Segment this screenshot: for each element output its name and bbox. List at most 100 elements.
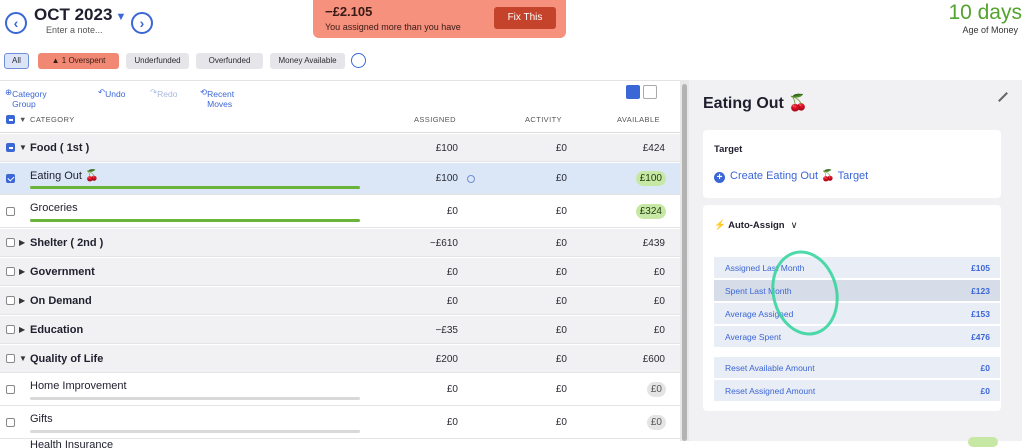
filter-overspent[interactable]: ▲ 1 Overspent (38, 53, 119, 69)
funding-progress-bar (30, 219, 360, 222)
edit-pencil-icon[interactable] (998, 92, 1008, 102)
header-assigned: ASSIGNED (414, 115, 456, 124)
row-checkbox[interactable] (6, 325, 15, 334)
row-checkbox[interactable] (6, 354, 15, 363)
activity-value[interactable]: £0 (497, 206, 567, 217)
header-divider (0, 80, 680, 81)
category-group-row[interactable]: ▶ On Demand £0 £0 £0 (0, 287, 680, 315)
expanded-view-icon[interactable] (626, 85, 640, 99)
auto-assign-toggle[interactable]: ⚡ Auto-Assign ∨ (714, 220, 798, 231)
activity-value[interactable]: £0 (497, 173, 567, 184)
reset-available-row[interactable]: Reset Available Amount £0 (714, 357, 1000, 378)
header-category: CATEGORY (30, 115, 75, 124)
group-name[interactable]: Government (30, 266, 95, 278)
expand-group-icon[interactable]: ▶ (19, 325, 25, 334)
previous-month-button[interactable]: ‹ (5, 12, 27, 34)
filter-settings-icon[interactable] (351, 53, 366, 68)
activity-value[interactable]: £0 (497, 417, 567, 428)
collapse-group-icon[interactable]: ▼ (19, 143, 27, 152)
average-spent-row[interactable]: Average Spent £476 (714, 326, 1000, 347)
expand-group-icon[interactable]: ▶ (19, 267, 25, 276)
assigned-value[interactable]: £0 (388, 384, 458, 395)
table-scrollbar-thumb[interactable] (682, 84, 687, 441)
row-checkbox[interactable] (6, 385, 15, 394)
category-name[interactable]: Health Insurance (30, 440, 113, 448)
activity-value: £0 (555, 325, 567, 336)
assigned-value: −£610 (429, 238, 458, 249)
available-pill[interactable]: £0 (646, 382, 666, 397)
category-row[interactable]: Groceries £0 £0 £324 (0, 196, 680, 228)
activity-value[interactable]: £0 (497, 384, 567, 395)
category-name[interactable]: Eating Out 🍒 (30, 169, 99, 182)
next-month-button[interactable]: › (131, 12, 153, 34)
add-category-group-button[interactable]: ⊕ Category Group (5, 87, 47, 109)
activity-value: £0 (555, 267, 567, 278)
filter-money-available[interactable]: Money Available (270, 53, 345, 69)
reset-assigned-row[interactable]: Reset Assigned Amount £0 (714, 380, 1000, 401)
category-group-row[interactable]: ▼ Quality of Life £200 £0 £600 (0, 345, 680, 373)
collapse-all-icon[interactable]: ▼ (19, 115, 27, 124)
compact-view-icon[interactable] (643, 85, 657, 99)
row-checkbox[interactable] (6, 143, 15, 152)
available-pill[interactable]: £0 (646, 415, 666, 430)
row-checkbox[interactable] (6, 238, 15, 247)
row-checkbox[interactable] (6, 207, 15, 216)
category-row[interactable]: Health Insurance (0, 440, 680, 448)
category-group-row[interactable]: ▼ Food ( 1st ) £100 £0 £424 (0, 134, 680, 162)
lightning-icon: ⚡ (714, 220, 729, 231)
assigned-value: £0 (446, 267, 458, 278)
category-group-row[interactable]: ▶ Education −£35 £0 £0 (0, 316, 680, 344)
category-name[interactable]: Gifts (30, 413, 53, 425)
overassigned-amount: −£2.105 (325, 4, 373, 19)
available-pill[interactable]: £324 (635, 204, 666, 219)
history-icon[interactable] (467, 175, 475, 183)
age-of-money-label: Age of Money (962, 25, 1018, 35)
available-value: £0 (653, 267, 665, 278)
category-row[interactable]: Home Improvement £0 £0 £0 (0, 374, 680, 406)
filter-all[interactable]: All (4, 53, 29, 69)
funding-progress-bar (30, 430, 360, 433)
assigned-value: £100 (435, 143, 458, 154)
filter-overfunded[interactable]: Overfunded (196, 53, 263, 69)
activity-value: £0 (555, 354, 567, 365)
category-group-row[interactable]: ▶ Government £0 £0 £0 (0, 258, 680, 286)
redo-button[interactable]: ↷ Redo (150, 87, 177, 99)
average-assigned-row[interactable]: Average Assigned £153 (714, 303, 1000, 324)
group-name[interactable]: Quality of Life (30, 353, 103, 365)
available-pill[interactable]: £100 (635, 171, 666, 186)
category-row[interactable]: Gifts £0 £0 £0 (0, 407, 680, 439)
filter-underfunded[interactable]: Underfunded (126, 53, 189, 69)
month-note-input[interactable]: Enter a note... (46, 25, 103, 35)
assigned-value[interactable]: £100 (388, 173, 458, 184)
category-row[interactable]: Eating Out 🍒 £100 £0 £100 (0, 163, 680, 195)
auto-assign-card: ⚡ Auto-Assign ∨ Assigned Last Month £105 S… (703, 205, 1001, 411)
category-group-row[interactable]: ▶ Shelter ( 2nd ) −£610 £0 £439 (0, 229, 680, 257)
group-name[interactable]: On Demand (30, 295, 92, 307)
collapse-group-icon[interactable]: ▼ (19, 354, 27, 363)
available-value: £424 (642, 143, 665, 154)
group-name[interactable]: Shelter ( 2nd ) (30, 237, 103, 249)
create-target-button[interactable]: + Create Eating Out 🍒 Target (714, 169, 868, 183)
undo-button[interactable]: ↶ Undo (98, 87, 125, 99)
spent-last-month-row[interactable]: Spent Last Month £123 (714, 280, 1000, 301)
month-selector[interactable]: OCT 2023 ▼ (34, 5, 126, 25)
recent-moves-button[interactable]: ⟲ Recent Moves (200, 87, 234, 109)
assigned-last-month-row[interactable]: Assigned Last Month £105 (714, 257, 1000, 278)
select-all-checkbox[interactable] (6, 115, 15, 124)
assigned-value: £200 (435, 354, 458, 365)
assigned-value[interactable]: £0 (388, 206, 458, 217)
age-of-money-value: 10 days (948, 1, 1022, 24)
group-name[interactable]: Education (30, 324, 83, 336)
category-name[interactable]: Home Improvement (30, 380, 127, 392)
row-checkbox[interactable] (6, 174, 15, 183)
category-name[interactable]: Groceries (30, 202, 78, 214)
row-checkbox[interactable] (6, 296, 15, 305)
fix-this-button[interactable]: Fix This (494, 7, 556, 29)
expand-group-icon[interactable]: ▶ (19, 238, 25, 247)
expand-group-icon[interactable]: ▶ (19, 296, 25, 305)
month-dropdown-icon: ▼ (115, 11, 127, 23)
row-checkbox[interactable] (6, 267, 15, 276)
group-name[interactable]: Food ( 1st ) (30, 142, 89, 154)
assigned-value[interactable]: £0 (388, 417, 458, 428)
row-checkbox[interactable] (6, 418, 15, 427)
